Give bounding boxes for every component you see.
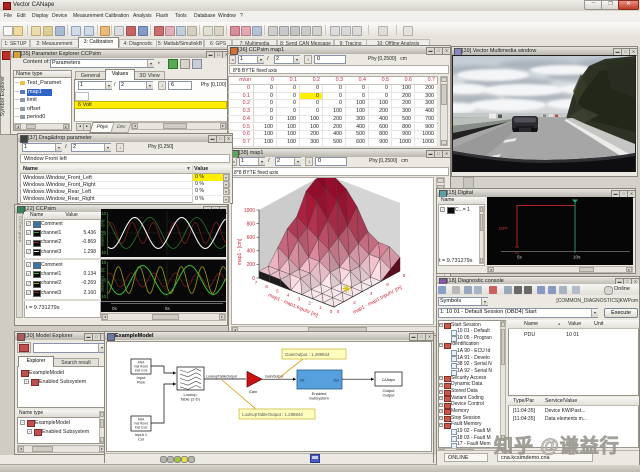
svg-text:-10: -10	[101, 294, 107, 299]
svg-text:GainOutput : 1.289844: GainOutput : 1.289844	[285, 352, 330, 357]
svg-text:Inat Cols: Inat Cols	[135, 426, 148, 430]
svg-text:6: 6	[386, 282, 389, 287]
svg-text:Row: Row	[137, 380, 145, 385]
svg-text:0: 0	[330, 309, 333, 314]
svg-text:600: 600	[247, 235, 256, 241]
svg-text:Table (2-D): Table (2-D)	[180, 397, 200, 402]
svg-text:2: 2	[308, 301, 311, 306]
svg-text:200: 200	[247, 262, 256, 268]
svg-text:LookUpTableOutput : 1.289844: LookUpTableOutput : 1.289844	[242, 412, 303, 417]
svg-text:10s: 10s	[573, 255, 581, 260]
svg-text:Col: Col	[138, 437, 144, 442]
svg-text:5: 5	[276, 288, 279, 293]
svg-text:3: 3	[298, 297, 301, 302]
svg-text:10: 10	[101, 211, 106, 216]
svg-text:2: 2	[353, 300, 356, 305]
svg-text:In1: In1	[300, 379, 305, 383]
svg-text:Out: Out	[334, 379, 340, 383]
svg-text:7: 7	[255, 280, 258, 285]
svg-text:4: 4	[370, 291, 373, 296]
svg-text:0s: 0s	[112, 306, 118, 311]
svg-text:800: 800	[247, 221, 256, 227]
svg-text:1000: 1000	[244, 208, 255, 214]
svg-text:1: 1	[319, 305, 322, 310]
svg-text:Inat Cols: Inat Cols	[135, 369, 148, 373]
svg-text:Subsystem: Subsystem	[309, 396, 329, 401]
svg-text:channel1 - [s]: channel1 - [s]	[101, 268, 105, 292]
svg-text:4: 4	[287, 292, 290, 297]
svg-text:5s: 5s	[517, 255, 523, 260]
svg-text:LookupTableOutput: LookupTableOutput	[206, 375, 237, 379]
svg-text:0: 0	[337, 309, 340, 314]
svg-text:channel1 - [Vs]: channel1 - [Vs]	[101, 220, 105, 247]
svg-text:Gain: Gain	[249, 389, 257, 394]
svg-text:5s: 5s	[165, 306, 171, 311]
svg-text:Output: Output	[382, 393, 395, 398]
svg-text:map1 - [cm]: map1 - [cm]	[237, 238, 243, 265]
svg-text:OFF: OFF	[499, 226, 508, 231]
svg-text:6: 6	[265, 284, 268, 289]
svg-text:8: 8	[403, 273, 406, 278]
svg-text:400: 400	[247, 249, 256, 255]
svg-text:10: 10	[101, 260, 106, 265]
svg-text:-10: -10	[101, 250, 107, 255]
svg-text:CANape: CANape	[382, 378, 396, 382]
